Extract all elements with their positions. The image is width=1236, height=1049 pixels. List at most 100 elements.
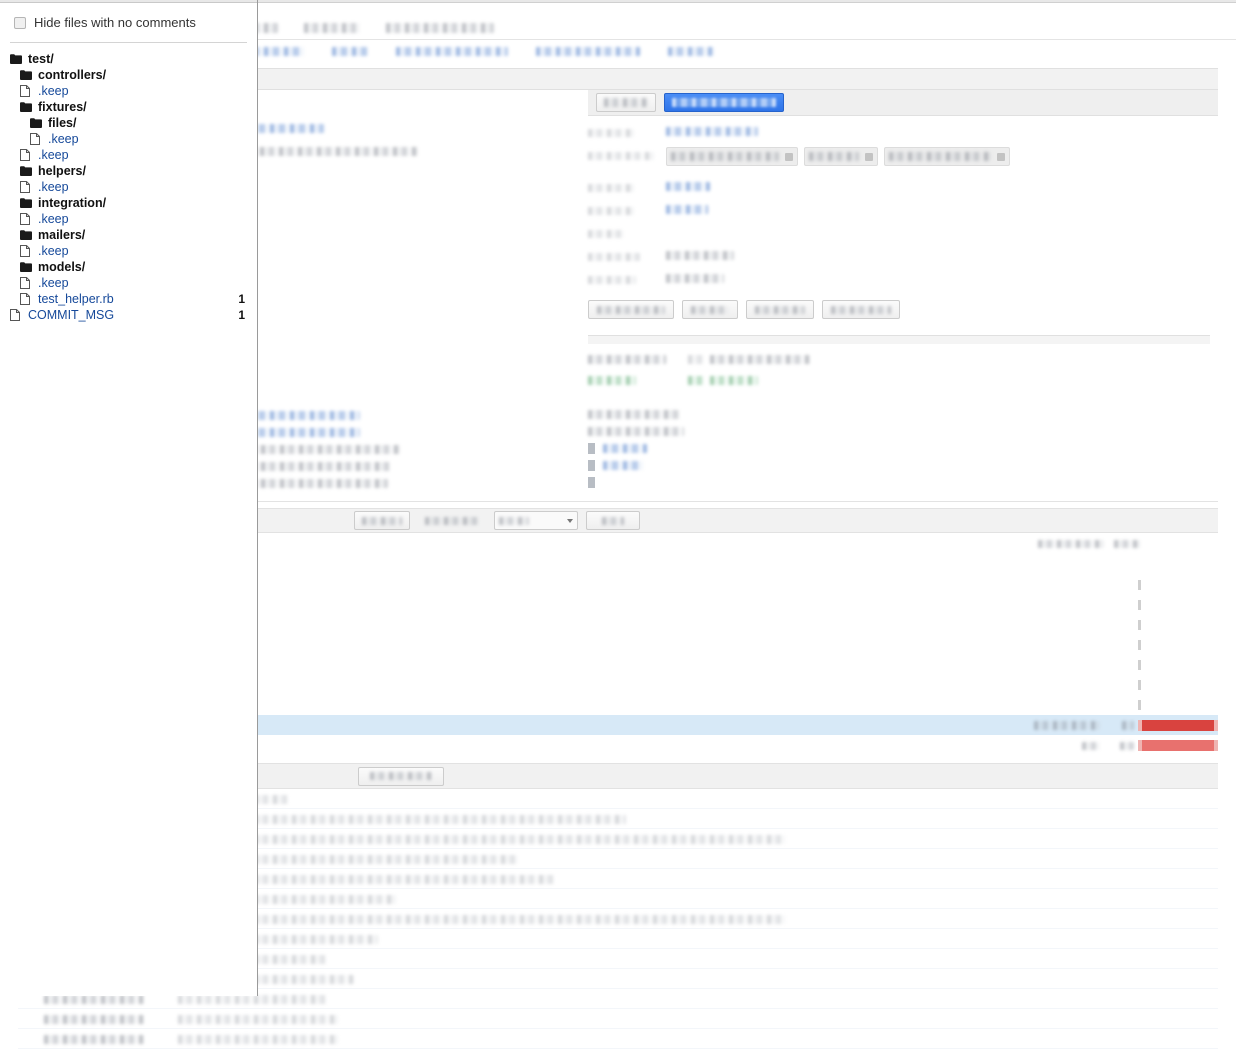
file-tree-node-label[interactable]: integration/ [38,196,106,210]
history-row-message [178,892,1218,906]
file-tree-node-label[interactable]: COMMIT_MSG [28,308,114,322]
history-message-text [178,914,786,924]
history-message-text [178,1014,338,1024]
reply-button-label [672,98,776,107]
file-tree-file[interactable]: .keep [0,275,257,291]
remove-reviewer-icon[interactable] [865,152,873,161]
reviewer-chip-1[interactable] [804,147,878,166]
file-tree-node-label[interactable]: controllers/ [38,68,106,82]
file-row-diff-bar [1138,719,1218,731]
file-tree-node-label[interactable]: .keep [38,276,69,290]
file-tree-folder[interactable]: files/ [0,115,257,131]
folder-icon [20,102,33,112]
file-tree-file[interactable]: .keep [0,243,257,259]
open-all-button[interactable] [354,511,410,530]
change-action-button-1[interactable] [682,300,738,319]
diff-bar-empty [1138,640,1141,650]
nav-item-label [386,23,494,33]
reviewer-chip-name [809,152,859,161]
reply-action-row [588,90,1218,116]
file-tree-folder[interactable]: fixtures/ [0,99,257,115]
history-row[interactable] [18,1009,1218,1029]
file-tree-file[interactable]: .keep [0,83,257,99]
file-tree-file[interactable]: .keep [0,211,257,227]
file-tree-folder[interactable]: controllers/ [0,67,257,83]
diff-bar-empty [1138,600,1141,610]
change-action-button-label [597,305,665,314]
commit-meta-right-value[interactable] [603,444,647,453]
reply-button[interactable] [664,93,784,112]
nav-item-5[interactable] [386,19,494,37]
info-row-key [588,252,640,261]
history-author-text [44,994,144,1004]
file-tree-comment-count: 1 [238,292,245,306]
file-tree-folder[interactable]: integration/ [0,195,257,211]
expand-all-button[interactable] [358,766,444,786]
info-row-link[interactable] [666,182,710,192]
file-icon [20,149,33,161]
info-row-link[interactable] [666,205,708,215]
file-tree-node-label[interactable]: helpers/ [38,164,86,178]
folder-icon [20,262,33,272]
file-tree-file[interactable]: COMMIT_MSG 1 [0,307,257,323]
nav-sub-item-3[interactable] [332,44,368,58]
nav-sub-item-6[interactable] [668,44,714,58]
info-row-link[interactable] [666,127,758,137]
nav-sub-item-4[interactable] [396,44,508,58]
info-row-1 [588,147,1226,171]
edit-files-button[interactable] [586,511,640,530]
edit-button[interactable] [596,93,656,112]
file-tree-node-label[interactable]: .keep [38,180,69,194]
file-tree-node-label[interactable]: .keep [48,132,79,146]
file-tree-folder[interactable]: mailers/ [0,227,257,243]
file-tree-node-label[interactable]: models/ [38,260,85,274]
commit-meta-right-value[interactable] [603,461,643,470]
file-tree-node-label[interactable]: files/ [48,116,77,130]
file-tree-folder[interactable]: helpers/ [0,163,257,179]
folder-icon [10,54,23,64]
reviewer-chip-0[interactable] [666,147,798,166]
file-tree-node-label[interactable]: .keep [38,148,69,162]
nav-item-4[interactable] [304,19,360,37]
files-toolbar [354,511,640,530]
change-action-button-0[interactable] [588,300,674,319]
file-icon [30,133,43,145]
file-row-diff-bar [1138,620,1218,630]
remove-reviewer-icon[interactable] [785,152,793,161]
history-row-message [178,1012,1218,1026]
hide-files-no-comments-toggle[interactable]: Hide files with no comments [0,3,257,30]
file-tree-file[interactable]: .keep [0,147,257,163]
change-action-button-2[interactable] [746,300,814,319]
diff-against-button[interactable] [418,511,486,530]
file-tree-file[interactable]: .keep [0,179,257,195]
file-tree-comment-count: 1 [238,308,245,322]
file-row-diff-bar [1138,660,1218,670]
file-tree-node-label[interactable]: .keep [38,244,69,258]
nav-sub-item-5[interactable] [536,44,640,58]
info-row-0 [588,124,1226,139]
file-tree-node-label[interactable]: test_helper.rb [38,292,114,306]
total-count [1120,741,1134,750]
file-tree-node-label[interactable]: fixtures/ [38,100,87,114]
file-row-size-text [1122,721,1134,731]
checkbox-icon[interactable] [14,16,26,29]
file-tree-node-label[interactable]: test/ [28,52,54,66]
file-row-size-count [1108,718,1138,732]
reviewer-chip-2[interactable] [884,147,1010,166]
file-tree-node-label[interactable]: mailers/ [38,228,85,242]
file-tree-node-label[interactable]: .keep [38,212,69,226]
file-icon [20,85,33,97]
file-tree-file[interactable]: test_helper.rb 1 [0,291,257,307]
file-tree-folder[interactable]: test/ [0,51,257,67]
info-row-key [588,151,654,160]
file-tree-file[interactable]: .keep [0,131,257,147]
diff-base-select[interactable] [494,511,578,530]
commit-meta-right-row-4 [588,476,1218,489]
remove-reviewer-icon[interactable] [997,152,1005,161]
file-tree-folder[interactable]: models/ [0,259,257,275]
history-row-message [178,972,1218,986]
history-row-message [178,832,1218,846]
history-row[interactable] [18,1029,1218,1049]
file-tree-node-label[interactable]: .keep [38,84,69,98]
change-action-button-3[interactable] [822,300,900,319]
